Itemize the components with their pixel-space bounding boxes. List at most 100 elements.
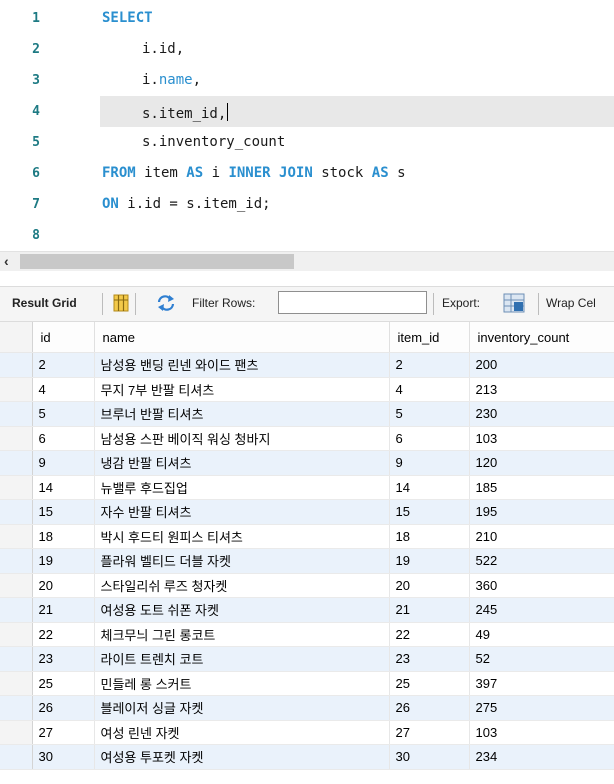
cell-item-id[interactable]: 15 [389,499,470,525]
cell-inventory-count[interactable]: 275 [469,695,614,721]
cell-name[interactable]: 박시 후드티 원피스 티셔츠 [94,524,390,549]
cell-name[interactable]: 뉴밸루 후드집업 [94,475,390,500]
cell-inventory-count[interactable]: 103 [469,720,614,745]
cell-item-id[interactable]: 4 [389,377,470,402]
scroll-left-icon[interactable]: ‹ [4,252,9,271]
row-header[interactable] [0,720,33,745]
filter-rows-input[interactable] [278,291,427,314]
table-row[interactable]: 19 플라워 벨티드 더블 자켓 19 522 [0,548,614,574]
row-header[interactable] [0,695,33,721]
row-header[interactable] [0,377,33,402]
editor-line[interactable]: 8 [0,220,614,251]
row-header[interactable] [0,646,33,672]
table-row[interactable]: 21 여성용 도트 쉬폰 자켓 21 245 [0,597,614,623]
row-header[interactable] [0,548,33,574]
cell-id[interactable]: 18 [32,524,95,549]
cell-inventory-count[interactable]: 360 [469,573,614,598]
cell-name[interactable]: 남성용 스판 베이직 워싱 청바지 [94,426,390,451]
scrollbar-thumb[interactable] [20,254,294,269]
cell-item-id[interactable]: 9 [389,450,470,476]
cell-id[interactable]: 30 [32,744,95,770]
cell-name[interactable]: 브루너 반팔 티셔츠 [94,401,390,427]
column-header-name[interactable]: name [94,322,390,353]
table-row[interactable]: 30 여성용 투포켓 자켓 30 234 [0,744,614,770]
cell-id[interactable]: 21 [32,597,95,623]
cell-inventory-count[interactable]: 245 [469,597,614,623]
cell-name[interactable]: 블레이저 싱글 자켓 [94,695,390,721]
table-row[interactable]: 22 체크무늬 그린 롱코트 22 49 [0,622,614,647]
export-icon[interactable] [503,292,525,317]
row-header[interactable] [0,573,33,598]
cell-inventory-count[interactable]: 103 [469,426,614,451]
row-header[interactable] [0,524,33,549]
sql-editor[interactable]: 1 SELECT 2 i.id, 3 i.name, 4 s.item_id, … [0,0,614,250]
cell-item-id[interactable]: 30 [389,744,470,770]
table-row[interactable]: 27 여성 린넨 자켓 27 103 [0,720,614,745]
editor-line-current[interactable]: 4 s.item_id, [0,96,614,127]
row-header-corner[interactable] [0,322,33,353]
cell-id[interactable]: 26 [32,695,95,721]
cell-id[interactable]: 2 [32,352,95,378]
refresh-icon[interactable] [156,295,176,314]
row-header[interactable] [0,426,33,451]
cell-name[interactable]: 플라워 벨티드 더블 자켓 [94,548,390,574]
cell-item-id[interactable]: 5 [389,401,470,427]
cell-id[interactable]: 15 [32,499,95,525]
cell-inventory-count[interactable]: 49 [469,622,614,647]
cell-id[interactable]: 4 [32,377,95,402]
wrap-cell-content-button[interactable]: Wrap Cel [546,296,596,310]
cell-name[interactable]: 남성용 밴딩 린넨 와이드 팬츠 [94,352,390,378]
cell-inventory-count[interactable]: 210 [469,524,614,549]
cell-id[interactable]: 6 [32,426,95,451]
cell-name[interactable]: 여성용 투포켓 자켓 [94,744,390,770]
result-grid[interactable]: id name item_id inventory_count 2 남성용 밴딩 … [0,322,614,784]
cell-inventory-count[interactable]: 200 [469,352,614,378]
editor-line[interactable]: 6 FROM item AS i INNER JOIN stock AS s [0,158,614,189]
cell-name[interactable]: 체크무늬 그린 롱코트 [94,622,390,647]
table-row[interactable]: 20 스타일리쉬 루즈 청자켓 20 360 [0,573,614,598]
table-row[interactable]: 14 뉴밸루 후드집업 14 185 [0,475,614,500]
cell-inventory-count[interactable]: 397 [469,671,614,696]
editor-line[interactable]: 1 SELECT [0,3,614,34]
cell-id[interactable]: 25 [32,671,95,696]
cell-item-id[interactable]: 2 [389,352,470,378]
horizontal-scrollbar[interactable]: ‹ [0,251,614,271]
table-row[interactable]: 5 브루너 반팔 티셔츠 5 230 [0,401,614,427]
editor-line[interactable]: 5 s.inventory_count [0,127,614,158]
row-header[interactable] [0,671,33,696]
grid-layout-icon[interactable] [113,294,129,315]
table-row[interactable]: 6 남성용 스판 베이직 워싱 청바지 6 103 [0,426,614,451]
cell-item-id[interactable]: 19 [389,548,470,574]
table-row[interactable]: 25 민들레 롱 스커트 25 397 [0,671,614,696]
cell-id[interactable]: 22 [32,622,95,647]
cell-inventory-count[interactable]: 120 [469,450,614,476]
table-row[interactable]: 2 남성용 밴딩 린넨 와이드 팬츠 2 200 [0,352,614,378]
cell-id[interactable]: 27 [32,720,95,745]
table-row[interactable]: 26 블레이저 싱글 자켓 26 275 [0,695,614,721]
cell-inventory-count[interactable]: 185 [469,475,614,500]
cell-name[interactable]: 스타일리쉬 루즈 청자켓 [94,573,390,598]
row-header[interactable] [0,499,33,525]
table-row[interactable]: 23 라이트 트렌치 코트 23 52 [0,646,614,672]
cell-inventory-count[interactable]: 234 [469,744,614,770]
cell-name[interactable]: 무지 7부 반팔 티셔츠 [94,377,390,402]
editor-line[interactable]: 3 i.name, [0,65,614,96]
row-header[interactable] [0,744,33,770]
cell-item-id[interactable]: 23 [389,646,470,672]
cell-item-id[interactable]: 18 [389,524,470,549]
table-row[interactable]: 4 무지 7부 반팔 티셔츠 4 213 [0,377,614,402]
column-header-inventory-count[interactable]: inventory_count [469,322,614,353]
cell-name[interactable]: 여성용 도트 쉬폰 자켓 [94,597,390,623]
row-header[interactable] [0,401,33,427]
row-header[interactable] [0,352,33,378]
cell-inventory-count[interactable]: 52 [469,646,614,672]
cell-inventory-count[interactable]: 195 [469,499,614,525]
table-row[interactable]: 15 자수 반팔 티셔츠 15 195 [0,499,614,525]
row-header[interactable] [0,622,33,647]
cell-item-id[interactable]: 25 [389,671,470,696]
editor-line[interactable]: 7 ON i.id = s.item_id; [0,189,614,220]
cell-id[interactable]: 9 [32,450,95,476]
cell-id[interactable]: 20 [32,573,95,598]
cell-id[interactable]: 23 [32,646,95,672]
cell-name[interactable]: 라이트 트렌치 코트 [94,646,390,672]
